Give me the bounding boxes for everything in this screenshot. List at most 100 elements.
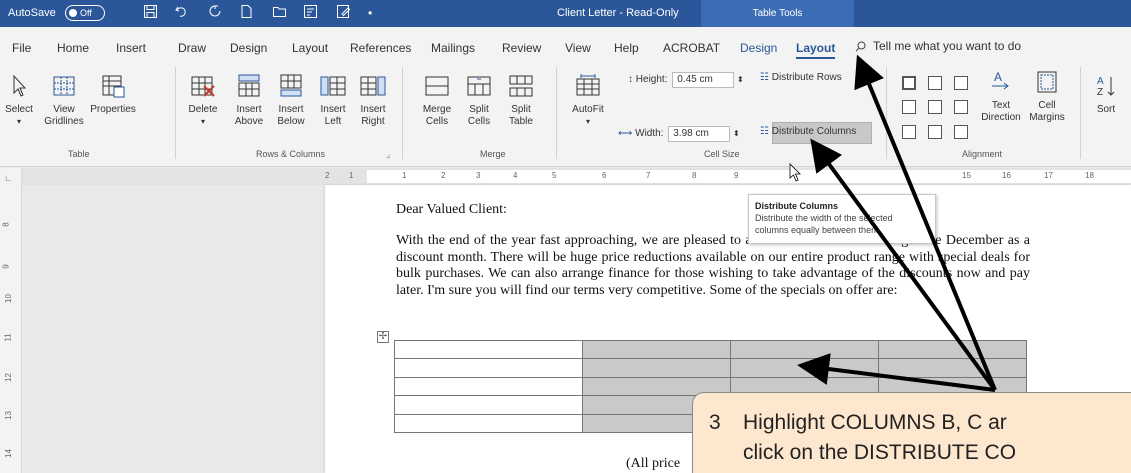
- tab-table-design[interactable]: Design: [740, 41, 777, 55]
- tab-references[interactable]: References: [350, 41, 411, 55]
- table-cell-selected[interactable]: [878, 358, 1027, 378]
- align-top-left-button[interactable]: [902, 76, 916, 90]
- insert-below-icon: [280, 74, 302, 97]
- align-bottom-right-button[interactable]: [954, 125, 968, 139]
- ruler-number: 2: [441, 171, 446, 180]
- height-input[interactable]: 0.45 cm: [672, 72, 735, 88]
- align-center-left-button[interactable]: [902, 100, 916, 114]
- autosave-label: AutoSave: [8, 7, 56, 19]
- tooltip-title: Distribute Columns: [755, 201, 839, 211]
- align-top-center-button[interactable]: [928, 76, 942, 90]
- cell-margins-label-1: Cell: [1038, 100, 1056, 111]
- autosave-toggle[interactable]: Off: [65, 5, 105, 21]
- table-cell-selected[interactable]: [582, 339, 731, 360]
- tab-selector-icon[interactable]: ∟: [4, 173, 13, 183]
- group-separator: [556, 67, 557, 159]
- table-cell[interactable]: [394, 413, 583, 433]
- split-cells-button[interactable]: Split Cells: [456, 73, 502, 128]
- autofit-label: AutoFit: [572, 104, 604, 115]
- save-icon[interactable]: [143, 4, 158, 24]
- table-cell[interactable]: [394, 358, 583, 378]
- table-cell-selected[interactable]: [730, 339, 879, 360]
- ruler-number: 13: [3, 411, 13, 420]
- more-commands-icon[interactable]: •: [368, 4, 372, 22]
- sort-button[interactable]: AZ Sort: [1083, 73, 1129, 116]
- tab-table-layout[interactable]: Layout: [796, 41, 836, 60]
- properties-button[interactable]: Properties: [86, 73, 140, 116]
- autofit-icon: [576, 74, 600, 96]
- tab-review[interactable]: Review: [502, 41, 541, 55]
- open-folder-icon[interactable]: [272, 4, 287, 24]
- distribute-rows-label: Distribute Rows: [771, 72, 842, 83]
- undo-icon[interactable]: [174, 4, 189, 24]
- callout-step-number: 3: [709, 411, 721, 434]
- split-table-label-1: Split: [511, 104, 531, 115]
- distribute-rows-button[interactable]: ☷ Distribute Rows: [760, 72, 842, 83]
- tab-insert[interactable]: Insert: [116, 41, 146, 55]
- table-row: [394, 358, 1027, 378]
- merge-cells-button[interactable]: Merge Cells: [414, 73, 460, 128]
- distribute-rows-icon: ☷: [760, 72, 769, 83]
- table-move-handle-icon[interactable]: ✢: [377, 331, 389, 343]
- tab-draw[interactable]: Draw: [178, 41, 206, 55]
- table-cell-selected[interactable]: [878, 339, 1027, 360]
- redo-icon[interactable]: [208, 4, 223, 24]
- new-document-icon[interactable]: [239, 4, 254, 24]
- tab-help[interactable]: Help: [614, 41, 639, 55]
- merge-cells-label-2: Cells: [425, 116, 449, 127]
- table-cell-selected[interactable]: [730, 358, 879, 378]
- table-cell[interactable]: [394, 395, 583, 415]
- autofit-button[interactable]: AutoFit ▾: [560, 73, 616, 128]
- align-center-right-button[interactable]: [954, 100, 968, 114]
- height-spinner[interactable]: ⬍: [737, 75, 744, 84]
- price-footnote: (All price: [626, 456, 681, 471]
- align-top-right-button[interactable]: [954, 76, 968, 90]
- edit-document-icon[interactable]: [336, 4, 351, 24]
- column-width-icon: ⟷: [618, 128, 633, 139]
- width-spinner[interactable]: ⬍: [733, 129, 740, 138]
- tell-me-search[interactable]: Tell me what you want to do: [873, 39, 1021, 53]
- view-gridlines-button[interactable]: View Gridlines: [38, 73, 90, 128]
- insert-right-button[interactable]: Insert Right: [350, 73, 396, 128]
- tab-layout[interactable]: Layout: [292, 41, 328, 55]
- distribute-columns-button[interactable]: ☷ Distribute Columns: [760, 126, 856, 137]
- width-input[interactable]: 3.98 cm: [668, 126, 731, 142]
- text-direction-icon: A: [992, 70, 1009, 90]
- group-separator: [402, 67, 403, 159]
- tab-acrobat[interactable]: ACROBAT: [663, 41, 720, 55]
- delete-label: Delete: [188, 104, 218, 115]
- horizontal-ruler[interactable]: 2 1 1 2 3 4 5 6 7 8 9 15 16 17 18: [22, 168, 1131, 185]
- ruler-text-area: [367, 170, 1131, 183]
- table-properties-icon: [102, 75, 125, 98]
- ribbon: Select ▾ View Gridlines Properties Table D…: [0, 59, 1131, 167]
- tab-mailings[interactable]: Mailings: [431, 41, 475, 55]
- align-bottom-left-button[interactable]: [902, 125, 916, 139]
- insert-above-button[interactable]: Insert Above: [226, 73, 272, 128]
- print-preview-icon[interactable]: [303, 4, 318, 24]
- group-separator: [1080, 67, 1081, 159]
- tab-file[interactable]: File: [12, 41, 31, 55]
- split-cells-icon: [467, 76, 491, 96]
- split-table-button[interactable]: Split Table: [498, 73, 544, 128]
- view-gridlines-label-2: Gridlines: [44, 116, 84, 127]
- insert-right-label-2: Right: [361, 116, 385, 127]
- width-label: Width:: [635, 128, 664, 139]
- align-bottom-center-button[interactable]: [928, 125, 942, 139]
- table-row: [394, 339, 1027, 360]
- table-cell[interactable]: [394, 339, 583, 360]
- select-button[interactable]: Select ▾: [0, 73, 39, 128]
- cell-margins-button[interactable]: Cell Margins: [1024, 69, 1070, 124]
- table-cell[interactable]: [394, 376, 583, 397]
- rows-columns-dialog-launcher[interactable]: ⌟: [386, 149, 390, 160]
- svg-text:A: A: [1097, 76, 1104, 87]
- insert-below-button[interactable]: Insert Below: [268, 73, 314, 128]
- text-direction-button[interactable]: A Text Direction: [978, 69, 1024, 124]
- ruler-number: 4: [513, 171, 518, 180]
- tab-view[interactable]: View: [565, 41, 591, 55]
- vertical-ruler[interactable]: ∟ 8 9 10 11 12 13 14: [0, 168, 22, 473]
- delete-button[interactable]: Delete ▾: [180, 73, 226, 128]
- tab-design[interactable]: Design: [230, 41, 267, 55]
- tab-home[interactable]: Home: [57, 41, 89, 55]
- align-center-button[interactable]: [928, 100, 942, 114]
- table-cell-selected[interactable]: [582, 358, 731, 378]
